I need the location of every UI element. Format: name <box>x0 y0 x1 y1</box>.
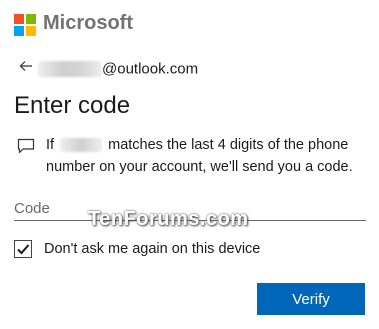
watermark: TenForums.com <box>88 208 249 230</box>
redacted-digits <box>60 138 103 153</box>
logo-square-green <box>26 14 36 24</box>
logo-square-yellow <box>26 26 36 36</box>
logo-square-blue <box>14 26 24 36</box>
message-prefix: If <box>46 137 55 153</box>
message-icon <box>17 138 35 154</box>
email-suffix: @outlook.com <box>102 60 199 78</box>
remember-label: Don't ask me again on this device <box>44 241 261 257</box>
account-email: @outlook.com <box>38 60 198 78</box>
redacted-username <box>38 60 102 77</box>
verify-button[interactable]: Verify <box>257 283 365 315</box>
checkmark-icon <box>17 244 30 255</box>
remember-checkbox[interactable] <box>14 240 32 258</box>
microsoft-logo-icon <box>14 14 36 36</box>
page-title: Enter code <box>14 92 131 119</box>
brand-name: Microsoft <box>43 12 133 34</box>
back-arrow-icon[interactable] <box>18 58 34 74</box>
verification-message: If matches the last 4 digits of the phon… <box>46 134 371 178</box>
logo-square-red <box>14 14 24 24</box>
